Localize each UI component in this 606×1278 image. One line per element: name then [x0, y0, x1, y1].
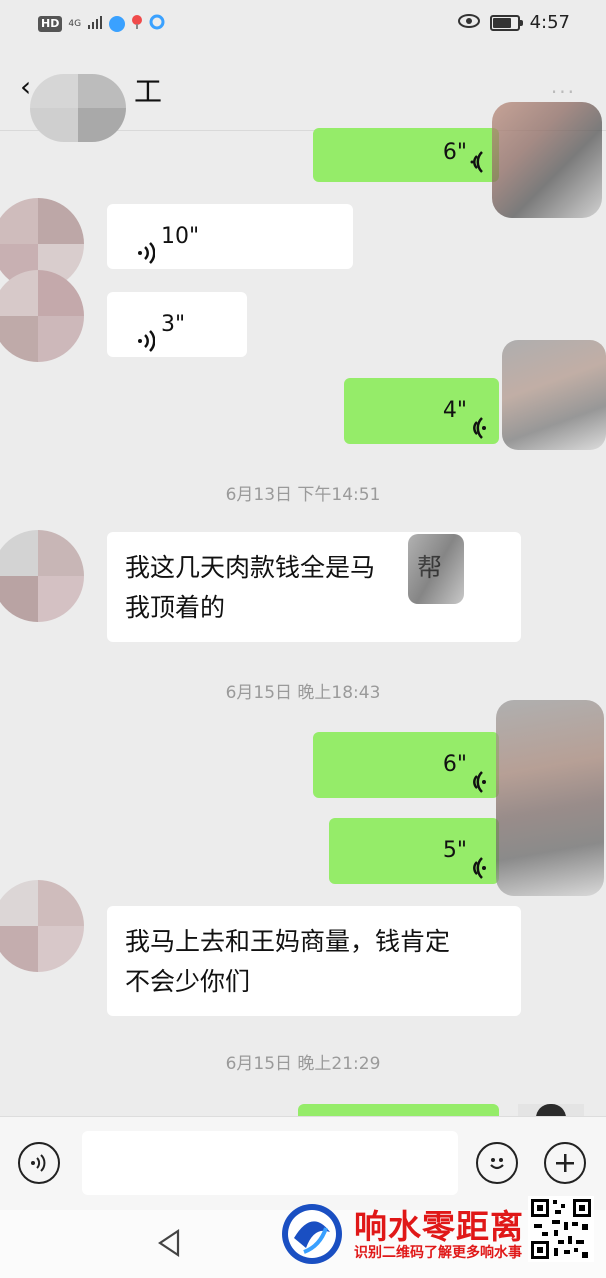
emoji-icon[interactable] — [476, 1142, 518, 1184]
watermark-title: 响水零距离 — [354, 1207, 524, 1246]
redaction-scribble — [408, 534, 464, 604]
voice-message-received[interactable]: 3" — [107, 292, 247, 357]
voice-message-received[interactable]: 10" — [107, 204, 353, 269]
wifi-voice-icon — [137, 313, 156, 378]
message-line: 不会少你们 — [125, 967, 251, 996]
more-button[interactable]: ··· — [551, 80, 576, 104]
voice-duration: 5" — [442, 838, 467, 863]
wifi-voice-icon — [469, 840, 487, 906]
signal-icon — [87, 15, 103, 34]
wifi-voice-icon — [469, 754, 487, 820]
nav-back-icon[interactable] — [156, 1228, 182, 1262]
status-right: 4:57 — [457, 12, 570, 33]
status-bar: HD 4G 4:57 — [0, 0, 606, 48]
wifi-voice-icon — [469, 400, 487, 466]
voice-input-icon[interactable] — [18, 1142, 60, 1184]
voice-message-sent[interactable]: 6" — [313, 128, 499, 182]
status-left: HD 4G — [38, 14, 165, 34]
text-message-received[interactable]: 我马上去和王妈商量，钱肯定 不会少你们 — [107, 906, 521, 1016]
chat-title: 工 — [134, 75, 163, 108]
redaction-scribble — [492, 102, 602, 218]
qr-code-icon — [528, 1196, 594, 1262]
wifi-voice-icon — [137, 225, 156, 290]
message-input[interactable] — [82, 1131, 458, 1195]
voice-duration: 4" — [442, 398, 467, 423]
plus-icon[interactable] — [544, 1142, 586, 1184]
contact-avatar[interactable] — [0, 880, 84, 972]
clock: 4:57 — [529, 12, 570, 33]
watermark-subtitle: 识别二维码了解更多响水事 — [354, 1245, 522, 1261]
message-text: 我这几天肉款钱全是马 — [125, 553, 376, 582]
logo-emblem-icon — [276, 1198, 348, 1274]
watermark-logo: 响水零距离 识别二维码了解更多响水事 — [276, 1196, 606, 1278]
network-label: 4G — [68, 19, 82, 29]
voice-message-sent[interactable]: 4" — [344, 378, 499, 444]
contact-avatar[interactable] — [0, 530, 84, 622]
voice-duration: 10" — [161, 224, 200, 249]
battery-icon — [489, 14, 523, 31]
voice-duration: 6" — [442, 752, 467, 777]
app-ring-icon — [149, 14, 165, 34]
voice-message-sent[interactable]: 5" — [329, 818, 499, 884]
map-pin-icon — [131, 14, 143, 34]
timestamp: 6月15日 晚上21:29 — [225, 1054, 381, 1074]
voice-duration: 6" — [442, 140, 467, 165]
app-k-icon — [109, 16, 126, 32]
hd-badge: HD — [38, 16, 63, 32]
redaction-scribble — [496, 700, 604, 896]
redaction-scribble — [502, 340, 606, 450]
contact-name-blurred — [30, 74, 126, 142]
contact-avatar[interactable] — [0, 270, 84, 362]
message-line: 我马上去和王妈商量，钱肯定 — [125, 927, 451, 956]
wifi-voice-icon — [469, 142, 487, 192]
voice-message-sent[interactable]: 6" — [313, 732, 499, 798]
timestamp: 6月13日 下午14:51 — [225, 485, 381, 505]
voice-duration: 3" — [161, 312, 186, 337]
back-button[interactable]: ‹ — [20, 70, 31, 103]
eye-icon — [457, 13, 480, 32]
